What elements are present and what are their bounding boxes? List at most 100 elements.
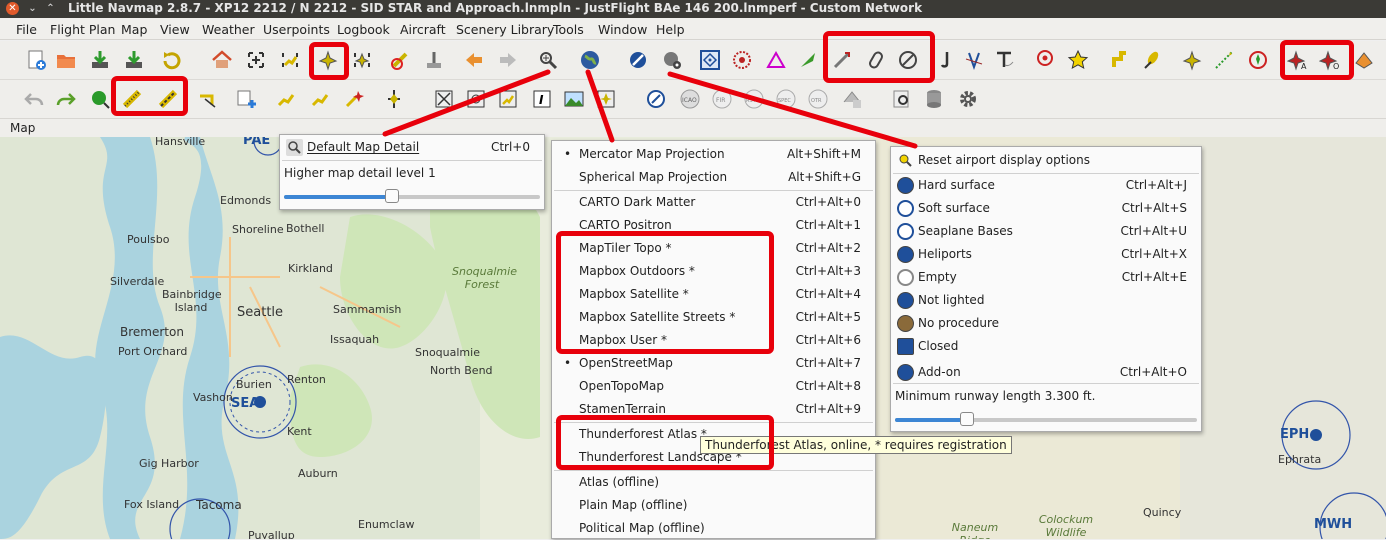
terrain-image-icon[interactable] — [560, 85, 588, 113]
menu-weather[interactable]: Weather — [202, 22, 255, 37]
scale-aircraft-icon[interactable] — [592, 85, 620, 113]
airport-filter-item[interactable]: Empty Ctrl+Alt+E — [891, 266, 1201, 289]
airport-filter-item[interactable]: Soft surface Ctrl+Alt+S — [891, 197, 1201, 220]
airport-filter-item[interactable]: Seaplane Bases Ctrl+Alt+U — [891, 220, 1201, 243]
runway-length-slider-handle[interactable] — [960, 412, 975, 426]
route-clear-icon[interactable] — [340, 85, 368, 113]
theme-item[interactable]: OpenTopoMap Ctrl+Alt+8 — [552, 375, 875, 398]
home-icon[interactable] — [208, 46, 236, 74]
track-icon[interactable] — [990, 46, 1018, 74]
menu-scenery-library[interactable]: Scenery Library — [456, 22, 554, 37]
missed-approach-icon[interactable] — [1138, 46, 1166, 74]
calculate-route-icon[interactable] — [86, 85, 114, 113]
close-window-icon[interactable]: ✕ — [6, 2, 19, 15]
new-flight-plan-icon[interactable] — [22, 46, 50, 74]
direct-route-icon[interactable] — [194, 85, 222, 113]
add-waypoint-icon[interactable] — [232, 85, 260, 113]
runway-length-slider[interactable] — [895, 412, 1197, 426]
database-icon[interactable] — [920, 85, 948, 113]
undo-icon[interactable] — [20, 85, 48, 113]
map-detail-slider-handle[interactable] — [384, 189, 399, 203]
menu-userpoints[interactable]: Userpoints — [263, 22, 330, 37]
airport-filter-item[interactable]: No procedure — [891, 312, 1201, 335]
open-folder-icon[interactable] — [52, 46, 80, 74]
airspace-special-icon[interactable]: SPEC — [772, 85, 800, 113]
theme-item-shortcut: Alt+Shift+M — [787, 147, 861, 161]
wind-icon[interactable] — [380, 85, 408, 113]
theme-item[interactable]: Atlas (offline) — [552, 471, 875, 494]
menu-tools[interactable]: Tools — [553, 22, 584, 37]
airport-display-options-icon[interactable] — [658, 46, 686, 74]
airport-filter-label: Heliports — [918, 247, 972, 261]
airspace-altitude-icon[interactable] — [838, 85, 866, 113]
text-label-icon[interactable]: I — [528, 85, 556, 113]
maximize-window-icon[interactable]: ⌃ — [44, 2, 57, 15]
airspace-restricted-icon[interactable]: RSTD — [740, 85, 768, 113]
search-map-icon[interactable] — [888, 85, 916, 113]
airport-filter-item[interactable]: Heliports Ctrl+Alt+X — [891, 243, 1201, 266]
menu-logbook[interactable]: Logbook — [337, 22, 390, 37]
map-detail-icon[interactable] — [534, 46, 562, 74]
theme-item[interactable]: • Mercator Map Projection Alt+Shift+M — [552, 143, 875, 166]
theme-item-shortcut: Ctrl+Alt+6 — [795, 333, 861, 347]
center-flight-plan-icon[interactable] — [276, 46, 304, 74]
aircraft-centered-icon[interactable] — [348, 46, 376, 74]
theme-item[interactable]: • OpenStreetMap Ctrl+Alt+7 — [552, 352, 875, 375]
minimize-window-icon[interactable]: ⌄ — [26, 2, 39, 15]
zoom-fit-icon[interactable] — [430, 85, 458, 113]
default-map-detail-item[interactable]: Default Map Detail Ctrl+0 — [280, 136, 544, 159]
menu-window[interactable]: Window — [598, 22, 647, 37]
ai-ship-icon[interactable] — [1350, 46, 1378, 74]
map-detail-slider[interactable] — [284, 189, 540, 203]
compass-navigation-icon[interactable] — [642, 85, 670, 113]
show-route-icon[interactable] — [494, 85, 522, 113]
victor-airway-icon[interactable] — [960, 46, 988, 74]
airspace-icao-icon[interactable]: ICAO — [676, 85, 704, 113]
center-map-icon[interactable] — [242, 46, 270, 74]
airport-filter-item[interactable]: Closed — [891, 335, 1201, 358]
settings-gear-icon[interactable] — [954, 85, 982, 113]
delete-aircraft-trail-icon[interactable] — [386, 46, 414, 74]
menu-map[interactable]: Map — [121, 22, 147, 37]
projection-icon[interactable] — [624, 46, 652, 74]
theme-item-shortcut: Ctrl+Alt+4 — [795, 287, 861, 301]
menu-help[interactable]: Help — [656, 22, 685, 37]
compass-aircraft-icon[interactable] — [1244, 46, 1272, 74]
route-segment-icon[interactable] — [272, 85, 300, 113]
erase-icon[interactable] — [420, 46, 448, 74]
user-aircraft-icon[interactable] — [1178, 46, 1206, 74]
theme-item[interactable]: Spherical Map Projection Alt+Shift+G — [552, 166, 875, 189]
theme-item[interactable]: Plain Map (offline) — [552, 494, 875, 517]
forward-arrow-icon[interactable] — [494, 46, 522, 74]
map-theme-globe-icon[interactable] — [576, 46, 604, 74]
star-userpoint-icon[interactable] — [1064, 46, 1092, 74]
aircraft-trail-icon[interactable] — [1210, 46, 1238, 74]
airspace-fir-icon[interactable]: FIR — [708, 85, 736, 113]
save-as-download-icon[interactable] — [120, 46, 148, 74]
menu-view[interactable]: View — [160, 22, 190, 37]
save-download-icon[interactable] — [86, 46, 114, 74]
ils-icon[interactable] — [794, 46, 822, 74]
zoom-map-icon[interactable] — [462, 85, 490, 113]
reset-airport-display-item[interactable]: Reset airport display options — [891, 149, 1201, 172]
back-arrow-icon[interactable] — [460, 46, 488, 74]
menu-flight-plan[interactable]: Flight Plan — [50, 22, 115, 37]
airport-filter-item[interactable]: Hard surface Ctrl+Alt+J — [891, 174, 1201, 197]
ndb-icon[interactable] — [728, 46, 756, 74]
menu-aircraft[interactable]: Aircraft — [400, 22, 446, 37]
route-adjust-icon[interactable] — [306, 85, 334, 113]
theme-item[interactable]: Political Map (offline) — [552, 517, 875, 540]
airspace-other-icon[interactable]: OTR — [804, 85, 832, 113]
highlight-runway-tools — [823, 31, 935, 83]
jet-airway-icon[interactable] — [932, 46, 960, 74]
reload-icon[interactable] — [158, 46, 186, 74]
flight-plan-display-icon[interactable] — [1106, 46, 1134, 74]
vor-icon[interactable] — [696, 46, 724, 74]
airport-filter-item[interactable]: Add-on Ctrl+Alt+O — [891, 361, 1201, 384]
airport-filter-item[interactable]: Not lighted — [891, 289, 1201, 312]
redo-icon[interactable] — [52, 85, 80, 113]
theme-item[interactable]: CARTO Dark Matter Ctrl+Alt+0 — [552, 191, 875, 214]
user-airspace-icon[interactable] — [1032, 46, 1060, 74]
menu-file[interactable]: File — [16, 22, 37, 37]
waypoint-icon[interactable] — [762, 46, 790, 74]
